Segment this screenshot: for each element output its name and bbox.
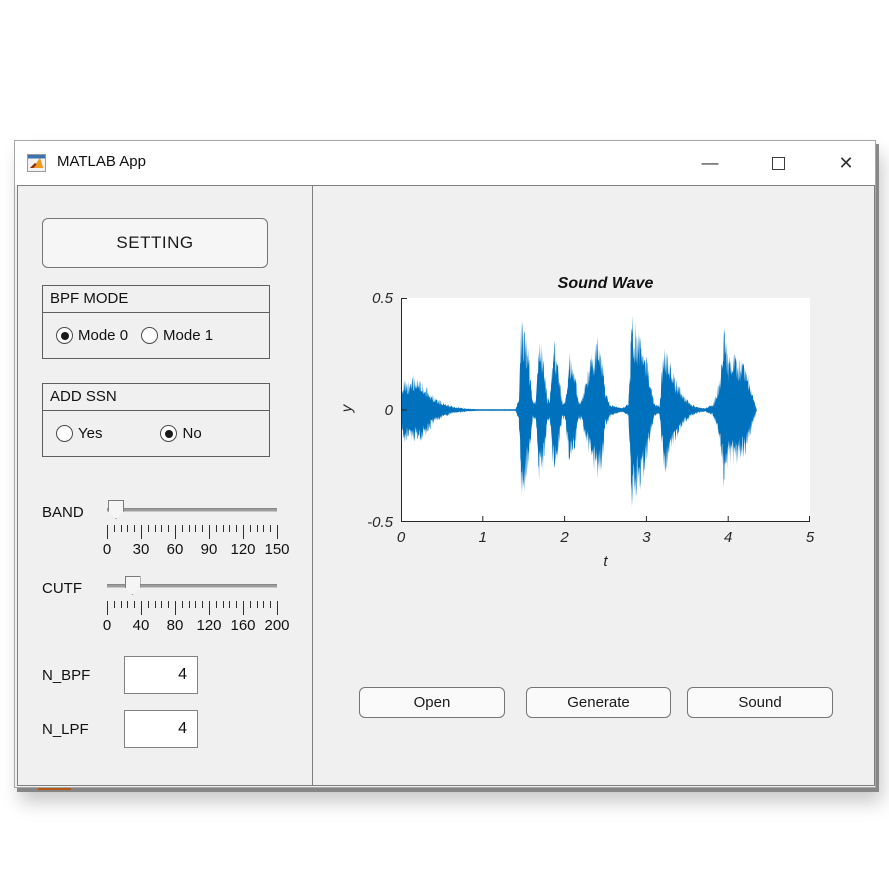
maximize-button[interactable] [755,141,801,185]
taskbar-fragment [38,788,71,790]
tick-label: 120 [230,541,255,558]
bpf-mode-group: BPF MODE Mode 0 Mode 1 [42,285,270,359]
tick-label: 160 [230,617,255,634]
radio-mode-1[interactable]: Mode 1 [141,327,213,344]
cutf-slider: 0 40 80 120 160 200 [107,576,277,636]
setting-button[interactable]: SETTING [42,218,268,268]
radio-button-icon [160,425,177,442]
x-tick-label: 1 [479,529,487,546]
n-bpf-label: N_BPF [42,667,90,684]
tick-label: 60 [167,541,184,558]
tick-label: 0 [103,617,111,634]
tick-label: 90 [201,541,218,558]
plot-panel: Sound Wave 0.5 0 -0.5 0 1 2 3 4 5 t y Op… [312,185,875,786]
tick-label: 30 [133,541,150,558]
sound-button[interactable]: Sound [687,687,833,718]
x-tick-label: 0 [397,529,405,546]
cutf-slider-thumb[interactable] [125,576,141,595]
matlab-app-window: MATLAB App — ✕ SETTING BPF MODE Mode 0 M… [14,140,876,788]
tick-label: 80 [167,617,184,634]
maximize-icon [772,157,785,170]
titlebar: MATLAB App — ✕ [15,141,875,185]
n-bpf-field[interactable] [124,656,198,694]
tick-label: 150 [264,541,289,558]
window-content: SETTING BPF MODE Mode 0 Mode 1 ADD SSN [15,185,875,789]
cutf-slider-ticks [107,601,277,616]
radio-yes-label: Yes [78,425,102,442]
window-title: MATLAB App [57,153,146,170]
band-slider-tick-labels: 0 30 60 90 120 150 [107,541,277,559]
radio-button-icon [141,327,158,344]
sound-wave-plot [401,298,810,522]
cutf-slider-label: CUTF [42,580,82,597]
minimize-icon: — [702,153,719,173]
settings-panel: SETTING BPF MODE Mode 0 Mode 1 ADD SSN [17,185,313,786]
radio-no[interactable]: No [160,425,201,442]
radio-mode-0[interactable]: Mode 0 [56,327,128,344]
radio-button-icon [56,425,73,442]
y-tick-label: -0.5 [341,514,393,531]
x-tick-label: 3 [642,529,650,546]
radio-yes[interactable]: Yes [56,425,102,442]
band-slider: 0 30 60 90 120 150 [107,500,277,560]
n-lpf-field[interactable] [124,710,198,748]
add-ssn-group: ADD SSN Yes No [42,383,270,457]
x-tick-label: 5 [806,529,814,546]
bpf-mode-title: BPF MODE [43,286,269,313]
x-tick-label: 2 [560,529,568,546]
radio-no-label: No [182,425,201,442]
band-slider-ticks [107,525,277,540]
waveform-svg [401,298,810,522]
tick-label: 0 [103,541,111,558]
radio-mode-1-label: Mode 1 [163,327,213,344]
tick-label: 120 [196,617,221,634]
band-slider-thumb[interactable] [108,500,124,519]
close-button[interactable]: ✕ [823,141,869,185]
minimize-button[interactable]: — [687,141,733,185]
tick-label: 40 [133,617,150,634]
band-slider-track[interactable] [107,508,277,512]
close-icon: ✕ [838,153,853,174]
radio-button-icon [56,327,73,344]
y-tick-label: 0.5 [341,290,393,307]
radio-mode-0-label: Mode 0 [78,327,128,344]
matlab-app-icon [27,154,46,172]
x-axis-label: t [401,553,810,570]
plot-title: Sound Wave [401,275,810,293]
add-ssn-title: ADD SSN [43,384,269,411]
open-button[interactable]: Open [359,687,505,718]
n-lpf-label: N_LPF [42,721,89,738]
x-tick-label: 4 [724,529,732,546]
band-slider-label: BAND [42,504,84,521]
tick-label: 200 [264,617,289,634]
generate-button[interactable]: Generate [526,687,671,718]
y-axis-label: y [338,405,355,413]
cutf-slider-tick-labels: 0 40 80 120 160 200 [107,617,277,635]
